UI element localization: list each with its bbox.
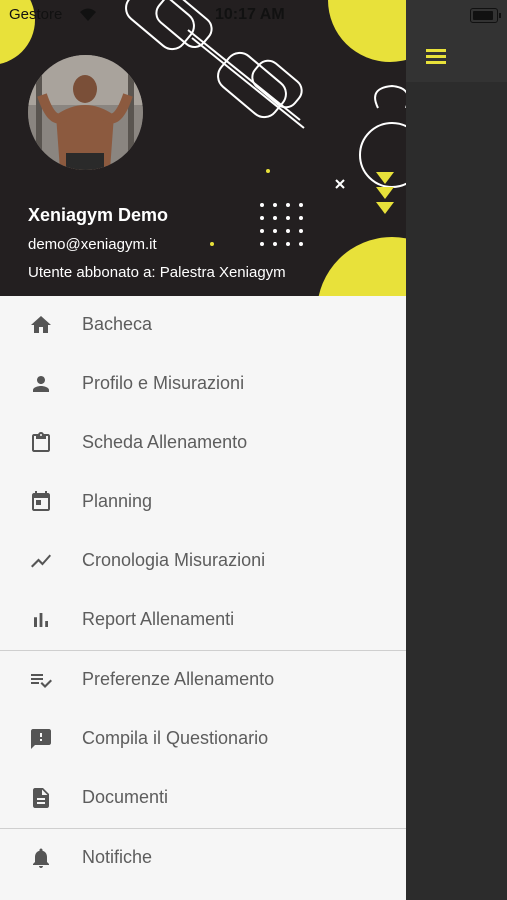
battery-icon bbox=[470, 8, 501, 23]
menu-item-label: Documenti bbox=[82, 787, 169, 807]
menu-item-profilo[interactable]: Profilo e Misurazioni bbox=[0, 355, 406, 414]
bar-chart-icon bbox=[34, 613, 48, 627]
menu-item-questionario[interactable]: Compila il Questionario bbox=[0, 710, 406, 769]
calendar-icon bbox=[32, 491, 50, 511]
clipboard-icon bbox=[32, 432, 50, 452]
menu-item-label: Bacheca bbox=[82, 314, 153, 334]
document-icon bbox=[33, 788, 49, 808]
menu-item-label: Compila il Questionario bbox=[82, 728, 269, 748]
menu-item-cronologia[interactable]: Cronologia Misurazioni bbox=[0, 532, 406, 591]
hamburger-icon bbox=[426, 49, 446, 64]
user-name: Xeniagym Demo bbox=[28, 205, 169, 225]
menu-item-label: Preferenze Allenamento bbox=[82, 669, 275, 689]
status-bar: Gestore 10:17 AM bbox=[0, 0, 507, 30]
menu-item-planning[interactable]: Planning bbox=[0, 473, 406, 532]
app-background bbox=[406, 0, 507, 900]
drawer-menu: Bacheca Profilo e Misurazioni Scheda All… bbox=[0, 296, 406, 888]
menu-item-scheda[interactable]: Scheda Allenamento bbox=[0, 414, 406, 473]
hamburger-menu-button[interactable] bbox=[418, 38, 454, 74]
menu-item-documenti[interactable]: Documenti bbox=[0, 769, 406, 828]
person-icon bbox=[33, 376, 49, 392]
menu-item-label: Profilo e Misurazioni bbox=[82, 373, 245, 393]
drawer-header: Xeniagym Demo demo@xeniagym.it Utente ab… bbox=[0, 0, 406, 296]
navigation-drawer: Xeniagym Demo demo@xeniagym.it Utente ab… bbox=[0, 0, 406, 900]
avatar-photo-icon bbox=[28, 55, 143, 170]
status-time: 10:17 AM bbox=[215, 6, 285, 23]
wifi-icon bbox=[80, 8, 96, 21]
menu-item-label: Report Allenamenti bbox=[82, 609, 235, 629]
bell-icon bbox=[33, 848, 49, 868]
menu-item-preferenze[interactable]: Preferenze Allenamento bbox=[0, 651, 406, 710]
subscription-info: Utente abbonato a: Palestra Xeniagym bbox=[28, 264, 286, 281]
menu-item-notifiche[interactable]: Notifiche bbox=[0, 829, 406, 888]
avatar[interactable] bbox=[28, 55, 143, 170]
menu-item-bacheca[interactable]: Bacheca bbox=[0, 296, 406, 355]
home-icon bbox=[31, 316, 51, 333]
menu-item-label: Cronologia Misurazioni bbox=[82, 550, 266, 570]
menu-item-label: Scheda Allenamento bbox=[82, 432, 248, 452]
menu-item-label: Planning bbox=[82, 491, 153, 511]
menu-item-label: Notifiche bbox=[82, 847, 153, 867]
menu-item-report[interactable]: Report Allenamenti bbox=[0, 591, 406, 650]
user-email: demo@xeniagym.it bbox=[28, 236, 157, 253]
feedback-icon bbox=[31, 729, 51, 749]
checklist-icon bbox=[31, 674, 52, 688]
carrier-label: Gestore bbox=[9, 6, 63, 23]
trending-line-icon bbox=[31, 554, 51, 568]
